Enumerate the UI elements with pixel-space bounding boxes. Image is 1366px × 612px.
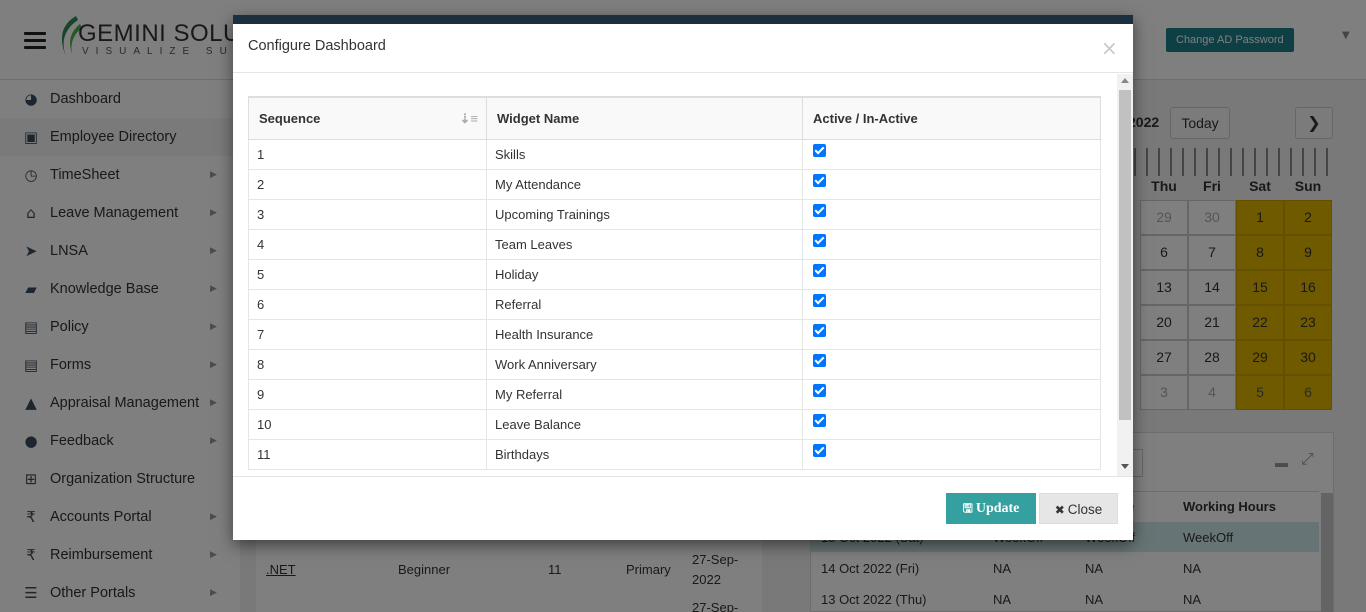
x-icon: ✖	[1054, 503, 1065, 517]
table-row: 1 Skills	[248, 138, 1101, 170]
sequence-cell: 6	[248, 288, 487, 320]
sequence-cell: 1	[248, 138, 487, 170]
active-checkbox[interactable]	[813, 204, 826, 217]
active-cell	[802, 378, 1101, 410]
active-checkbox[interactable]	[813, 324, 826, 337]
save-icon: 🖫	[962, 501, 973, 515]
active-cell	[802, 198, 1101, 230]
modal-scrollbar[interactable]	[1117, 74, 1133, 476]
configure-dashboard-modal: Configure Dashboard × Sequence ⇣≡ Widget…	[233, 15, 1133, 540]
widget-name-cell: Referral	[486, 288, 803, 320]
active-cell	[802, 228, 1101, 260]
update-button[interactable]: 🖫 Update	[946, 493, 1036, 524]
widget-config-table: Sequence ⇣≡ Widget Name Active / In-Acti…	[248, 96, 1101, 470]
table-row: 5 Holiday	[248, 258, 1101, 290]
active-cell	[802, 258, 1101, 290]
active-checkbox[interactable]	[813, 294, 826, 307]
column-header-active: Active / In-Active	[802, 96, 1101, 140]
modal-title: Configure Dashboard	[248, 38, 386, 54]
modal-body: Sequence ⇣≡ Widget Name Active / In-Acti…	[233, 74, 1133, 476]
table-row: 3 Upcoming Trainings	[248, 198, 1101, 230]
table-row: 9 My Referral	[248, 378, 1101, 410]
active-cell	[802, 348, 1101, 380]
modal-top-band	[233, 15, 1133, 24]
modal-header: Configure Dashboard ×	[233, 24, 1133, 73]
modal-footer: 🖫 Update ✖ Close	[233, 476, 1133, 540]
column-header-widget-name: Widget Name	[486, 96, 803, 140]
update-button-label: Update	[975, 501, 1020, 516]
active-checkbox[interactable]	[813, 174, 826, 187]
active-checkbox[interactable]	[813, 264, 826, 277]
sequence-cell: 7	[248, 318, 487, 350]
table-row: 8 Work Anniversary	[248, 348, 1101, 380]
widget-name-cell: Holiday	[486, 258, 803, 290]
close-button-label: Close	[1067, 502, 1103, 517]
active-cell	[802, 138, 1101, 170]
close-button[interactable]: ✖ Close	[1039, 493, 1118, 524]
sequence-cell: 2	[248, 168, 487, 200]
table-row: 6 Referral	[248, 288, 1101, 320]
table-row: 7 Health Insurance	[248, 318, 1101, 350]
widget-name-cell: My Attendance	[486, 168, 803, 200]
active-cell	[802, 438, 1101, 470]
column-header-sequence-label: Sequence	[259, 110, 321, 126]
active-checkbox[interactable]	[813, 414, 826, 427]
active-checkbox[interactable]	[813, 144, 826, 157]
scroll-up-arrow-icon[interactable]	[1121, 78, 1129, 83]
active-checkbox[interactable]	[813, 234, 826, 247]
widget-name-cell: Team Leaves	[486, 228, 803, 260]
widget-name-cell: My Referral	[486, 378, 803, 410]
sequence-cell: 8	[248, 348, 487, 380]
table-row: 2 My Attendance	[248, 168, 1101, 200]
widget-name-cell: Skills	[486, 138, 803, 170]
scroll-thumb[interactable]	[1119, 90, 1131, 420]
table-row: 4 Team Leaves	[248, 228, 1101, 260]
active-checkbox[interactable]	[813, 354, 826, 367]
active-cell	[802, 318, 1101, 350]
sequence-cell: 5	[248, 258, 487, 290]
table-row: 10 Leave Balance	[248, 408, 1101, 440]
active-checkbox[interactable]	[813, 444, 826, 457]
widget-name-cell: Upcoming Trainings	[486, 198, 803, 230]
table-row: 11 Birthdays	[248, 438, 1101, 470]
sequence-cell: 11	[248, 438, 487, 470]
sequence-cell: 9	[248, 378, 487, 410]
sequence-cell: 4	[248, 228, 487, 260]
active-cell	[802, 168, 1101, 200]
widget-name-cell: Work Anniversary	[486, 348, 803, 380]
active-cell	[802, 408, 1101, 440]
sort-numeric-icon[interactable]: ⇣≡	[460, 111, 478, 127]
active-checkbox[interactable]	[813, 384, 826, 397]
column-header-sequence[interactable]: Sequence ⇣≡	[248, 96, 487, 140]
sequence-cell: 3	[248, 198, 487, 230]
widget-name-cell: Health Insurance	[486, 318, 803, 350]
close-icon[interactable]: ×	[1101, 38, 1118, 58]
widget-name-cell: Birthdays	[486, 438, 803, 470]
active-cell	[802, 288, 1101, 320]
sequence-cell: 10	[248, 408, 487, 440]
scroll-down-arrow-icon[interactable]	[1121, 464, 1129, 469]
widget-name-cell: Leave Balance	[486, 408, 803, 440]
